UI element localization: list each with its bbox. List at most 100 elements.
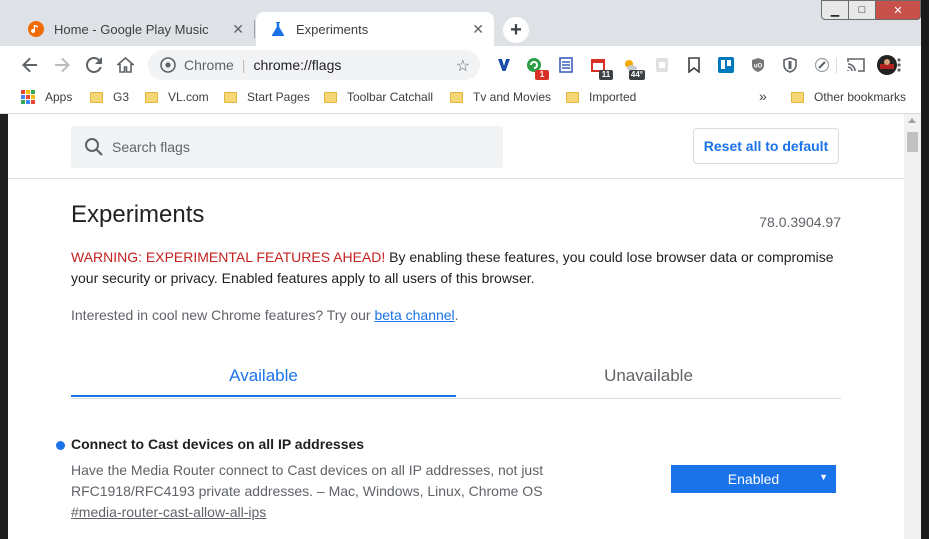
beta-prompt-end: . <box>454 307 459 323</box>
folder-icon <box>566 91 579 103</box>
search-placeholder: Search flags <box>112 139 190 155</box>
flask-icon <box>271 22 285 36</box>
folder-icon <box>324 91 337 103</box>
scroll-up-arrow-icon[interactable] <box>908 118 916 123</box>
beta-prompt: Interested in cool new Chrome features? … <box>71 307 459 323</box>
minimize-button[interactable]: ▁ <box>821 0 849 20</box>
new-tab-button[interactable]: + <box>503 17 529 43</box>
reload-button[interactable] <box>81 52 107 78</box>
folder-icon <box>145 91 158 103</box>
cast-icon[interactable] <box>847 56 865 74</box>
svg-text:uO: uO <box>754 64 763 70</box>
tab-unavailable[interactable]: Unavailable <box>456 354 841 397</box>
toolbar: Chrome | chrome://flags ☆ 1 11 44° uO <box>0 46 929 84</box>
bookmark-label: Start Pages <box>247 90 310 104</box>
maximize-button[interactable]: □ <box>849 0 876 20</box>
bookmark-folder[interactable]: Imported <box>566 90 636 104</box>
trello-icon[interactable] <box>717 56 735 74</box>
tab-experiments[interactable]: Experiments ✕ <box>256 12 494 46</box>
folder-icon <box>224 91 237 103</box>
url-separator: | <box>241 57 246 73</box>
bookmark-folder[interactable]: Toolbar Catchall <box>324 90 433 104</box>
notes-list-icon[interactable] <box>557 56 575 74</box>
bookmark-label: Imported <box>589 90 637 104</box>
home-icon <box>116 57 134 73</box>
search-icon <box>85 138 103 156</box>
weather-icon[interactable]: 44° <box>621 56 645 80</box>
bookmark-label: Tv and Movies <box>473 90 552 104</box>
bookmark-label: Toolbar Catchall <box>347 90 434 104</box>
warning-text: WARNING: EXPERIMENTAL FEATURES AHEAD! By… <box>71 247 841 289</box>
folder-icon <box>450 91 463 103</box>
forward-arrow-icon <box>55 57 70 73</box>
browser-window: Home - Google Play Music ✕ Experiments ✕… <box>0 0 929 539</box>
window-frame-left <box>0 114 8 539</box>
flag-name: Connect to Cast devices on all IP addres… <box>71 436 365 452</box>
back-button[interactable] <box>17 52 43 78</box>
active-tab-indicator <box>71 395 456 397</box>
extension-badge: 1 <box>535 70 549 80</box>
folder-icon <box>791 91 804 103</box>
reload-icon <box>86 57 102 73</box>
tab-strip: Home - Google Play Music ✕ Experiments ✕… <box>0 0 929 46</box>
bookmark-folder[interactable]: Tv and Movies <box>450 90 551 104</box>
forward-button[interactable] <box>49 52 75 78</box>
calendar-icon[interactable]: 11 <box>589 56 613 80</box>
page-scrollbar[interactable] <box>904 114 921 539</box>
bookmark-other[interactable]: Other bookmarks <box>791 90 906 104</box>
bookmark-star-icon[interactable]: ☆ <box>456 56 470 76</box>
close-window-button[interactable]: ✕ <box>876 0 921 20</box>
chevron-down-icon: ▼ <box>819 472 828 482</box>
bookmark-label: VL.com <box>168 90 209 104</box>
page-title: Experiments <box>71 201 205 228</box>
search-input[interactable]: Search flags <box>71 126 503 168</box>
window-controls: ▁ □ ✕ <box>821 0 921 20</box>
extension-badge: 44° <box>628 70 645 80</box>
bookmark-icon[interactable] <box>685 56 703 74</box>
bookmark-label: Apps <box>45 90 73 104</box>
home-button[interactable] <box>112 52 138 78</box>
chrome-logo-icon <box>160 57 176 73</box>
menu-icon[interactable] <box>890 56 908 74</box>
grey-extension-icon[interactable] <box>653 56 671 74</box>
scrollbar-thumb[interactable] <box>907 132 918 152</box>
tab-title: Experiments <box>296 21 369 37</box>
vivaldi-v-icon[interactable] <box>495 56 513 74</box>
availability-tabs: Available Unavailable <box>71 354 841 399</box>
green-extension-icon[interactable]: 1 <box>525 56 549 80</box>
bookmarks-overflow-button[interactable]: » <box>759 88 767 104</box>
header-divider <box>8 178 904 179</box>
bookmark-label: Other bookmarks <box>814 90 907 104</box>
warning-heading: WARNING: EXPERIMENTAL FEATURES AHEAD! <box>71 249 386 265</box>
back-arrow-icon <box>22 57 37 73</box>
bookmark-label: G3 <box>113 90 130 104</box>
flag-permalink[interactable]: #media-router-cast-allow-all-ips <box>71 504 266 520</box>
tab-separator <box>254 20 255 38</box>
shield-icon[interactable] <box>781 56 799 74</box>
apps-grid-icon <box>21 90 35 104</box>
flag-state-select[interactable]: Enabled ▼ <box>671 465 836 493</box>
ublock-icon[interactable]: uO <box>749 56 767 74</box>
window-frame-right <box>921 0 929 539</box>
close-tab-icon[interactable]: ✕ <box>232 21 244 38</box>
play-music-icon <box>28 21 44 37</box>
close-tab-icon[interactable]: ✕ <box>472 21 484 38</box>
tab-available[interactable]: Available <box>71 354 456 397</box>
beta-channel-link[interactable]: beta channel <box>374 307 454 323</box>
bookmark-folder[interactable]: Start Pages <box>224 90 310 104</box>
tab-play-music[interactable]: Home - Google Play Music ✕ <box>14 12 254 46</box>
rocket-icon[interactable] <box>813 56 831 74</box>
flags-page: Search flags Reset all to default Experi… <box>8 114 904 539</box>
extension-badge: 11 <box>599 70 613 80</box>
flag-description: Have the Media Router connect to Cast de… <box>71 462 544 499</box>
url-origin: Chrome <box>184 57 234 73</box>
modified-dot-icon <box>56 441 65 450</box>
reset-all-button[interactable]: Reset all to default <box>693 128 839 164</box>
bookmark-folder[interactable]: VL.com <box>145 90 209 104</box>
bookmark-folder[interactable]: G3 <box>90 90 129 104</box>
beta-prompt-text: Interested in cool new Chrome features? … <box>71 307 375 323</box>
toolbar-divider <box>836 58 837 74</box>
bookmark-apps[interactable]: Apps <box>21 90 72 104</box>
address-bar[interactable]: Chrome | chrome://flags ☆ <box>148 50 480 80</box>
version-label: 78.0.3904.97 <box>759 214 841 230</box>
